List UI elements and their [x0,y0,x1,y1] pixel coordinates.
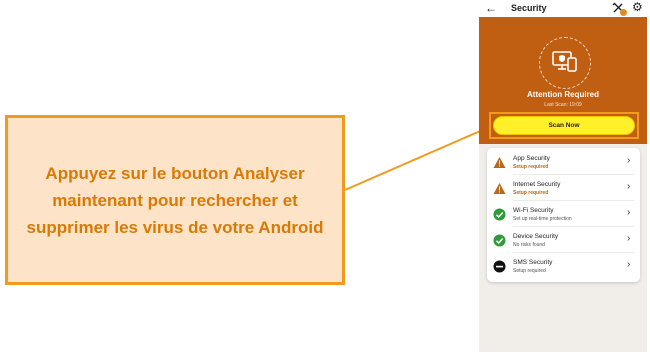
app-toolbar: ← Security ⚙ [479,0,647,17]
item-title: SMS Security [513,259,553,266]
notification-badge [620,9,627,16]
blocked-icon [493,260,506,273]
warning-icon [493,157,506,168]
gear-icon[interactable]: ⚙ [632,0,643,15]
chevron-right-icon: › [627,259,631,270]
divider [513,226,634,227]
divider [513,174,634,175]
list-item-wifi-security[interactable]: Wi-Fi Security Set up real-time protecti… [487,202,640,227]
chevron-right-icon: › [627,155,631,166]
item-subtitle: Setup required [513,164,549,170]
security-status-header: Attention Required Last Scan: 19:09 Scan… [479,17,647,144]
item-title: App Security [513,155,550,162]
chevron-right-icon: › [627,207,631,218]
list-item-device-security[interactable]: Device Security No risks found › [487,228,640,253]
bottom-bar [479,352,647,361]
last-scan-text: Last Scan: 19:09 [544,102,582,108]
warning-icon [493,183,506,194]
item-title: Internet Security [513,181,561,188]
item-subtitle: No risks found [513,242,545,248]
phone-screen: ← Security ⚙ Attention Required Last Sca… [479,0,647,361]
security-items-card: App Security Setup required › Internet S… [487,148,640,282]
page-title: Security [511,3,547,13]
status-title: Attention Required [527,90,599,99]
screenshot-stage: Appuyez sur le bouton Analyser maintenan… [0,0,650,361]
item-subtitle: Set up real-time protection [513,216,572,222]
divider [513,200,634,201]
list-item-app-security[interactable]: App Security Setup required › [487,150,640,175]
item-subtitle: Setup required [513,268,546,274]
item-subtitle: Setup required [513,190,549,196]
chevron-right-icon: › [627,233,631,244]
divider [513,252,634,253]
device-shield-icon [552,51,577,72]
checkmark-icon [493,208,506,221]
list-item-internet-security[interactable]: Internet Security Setup required › [487,176,640,201]
chevron-right-icon: › [627,181,631,192]
list-item-sms-security[interactable]: SMS Security Setup required › [487,254,640,279]
item-title: Wi-Fi Security [513,207,554,214]
scan-now-button[interactable]: Scan Now [493,116,635,135]
checkmark-icon [493,234,506,247]
back-arrow-icon[interactable]: ← [485,1,497,15]
item-title: Device Security [513,233,559,240]
